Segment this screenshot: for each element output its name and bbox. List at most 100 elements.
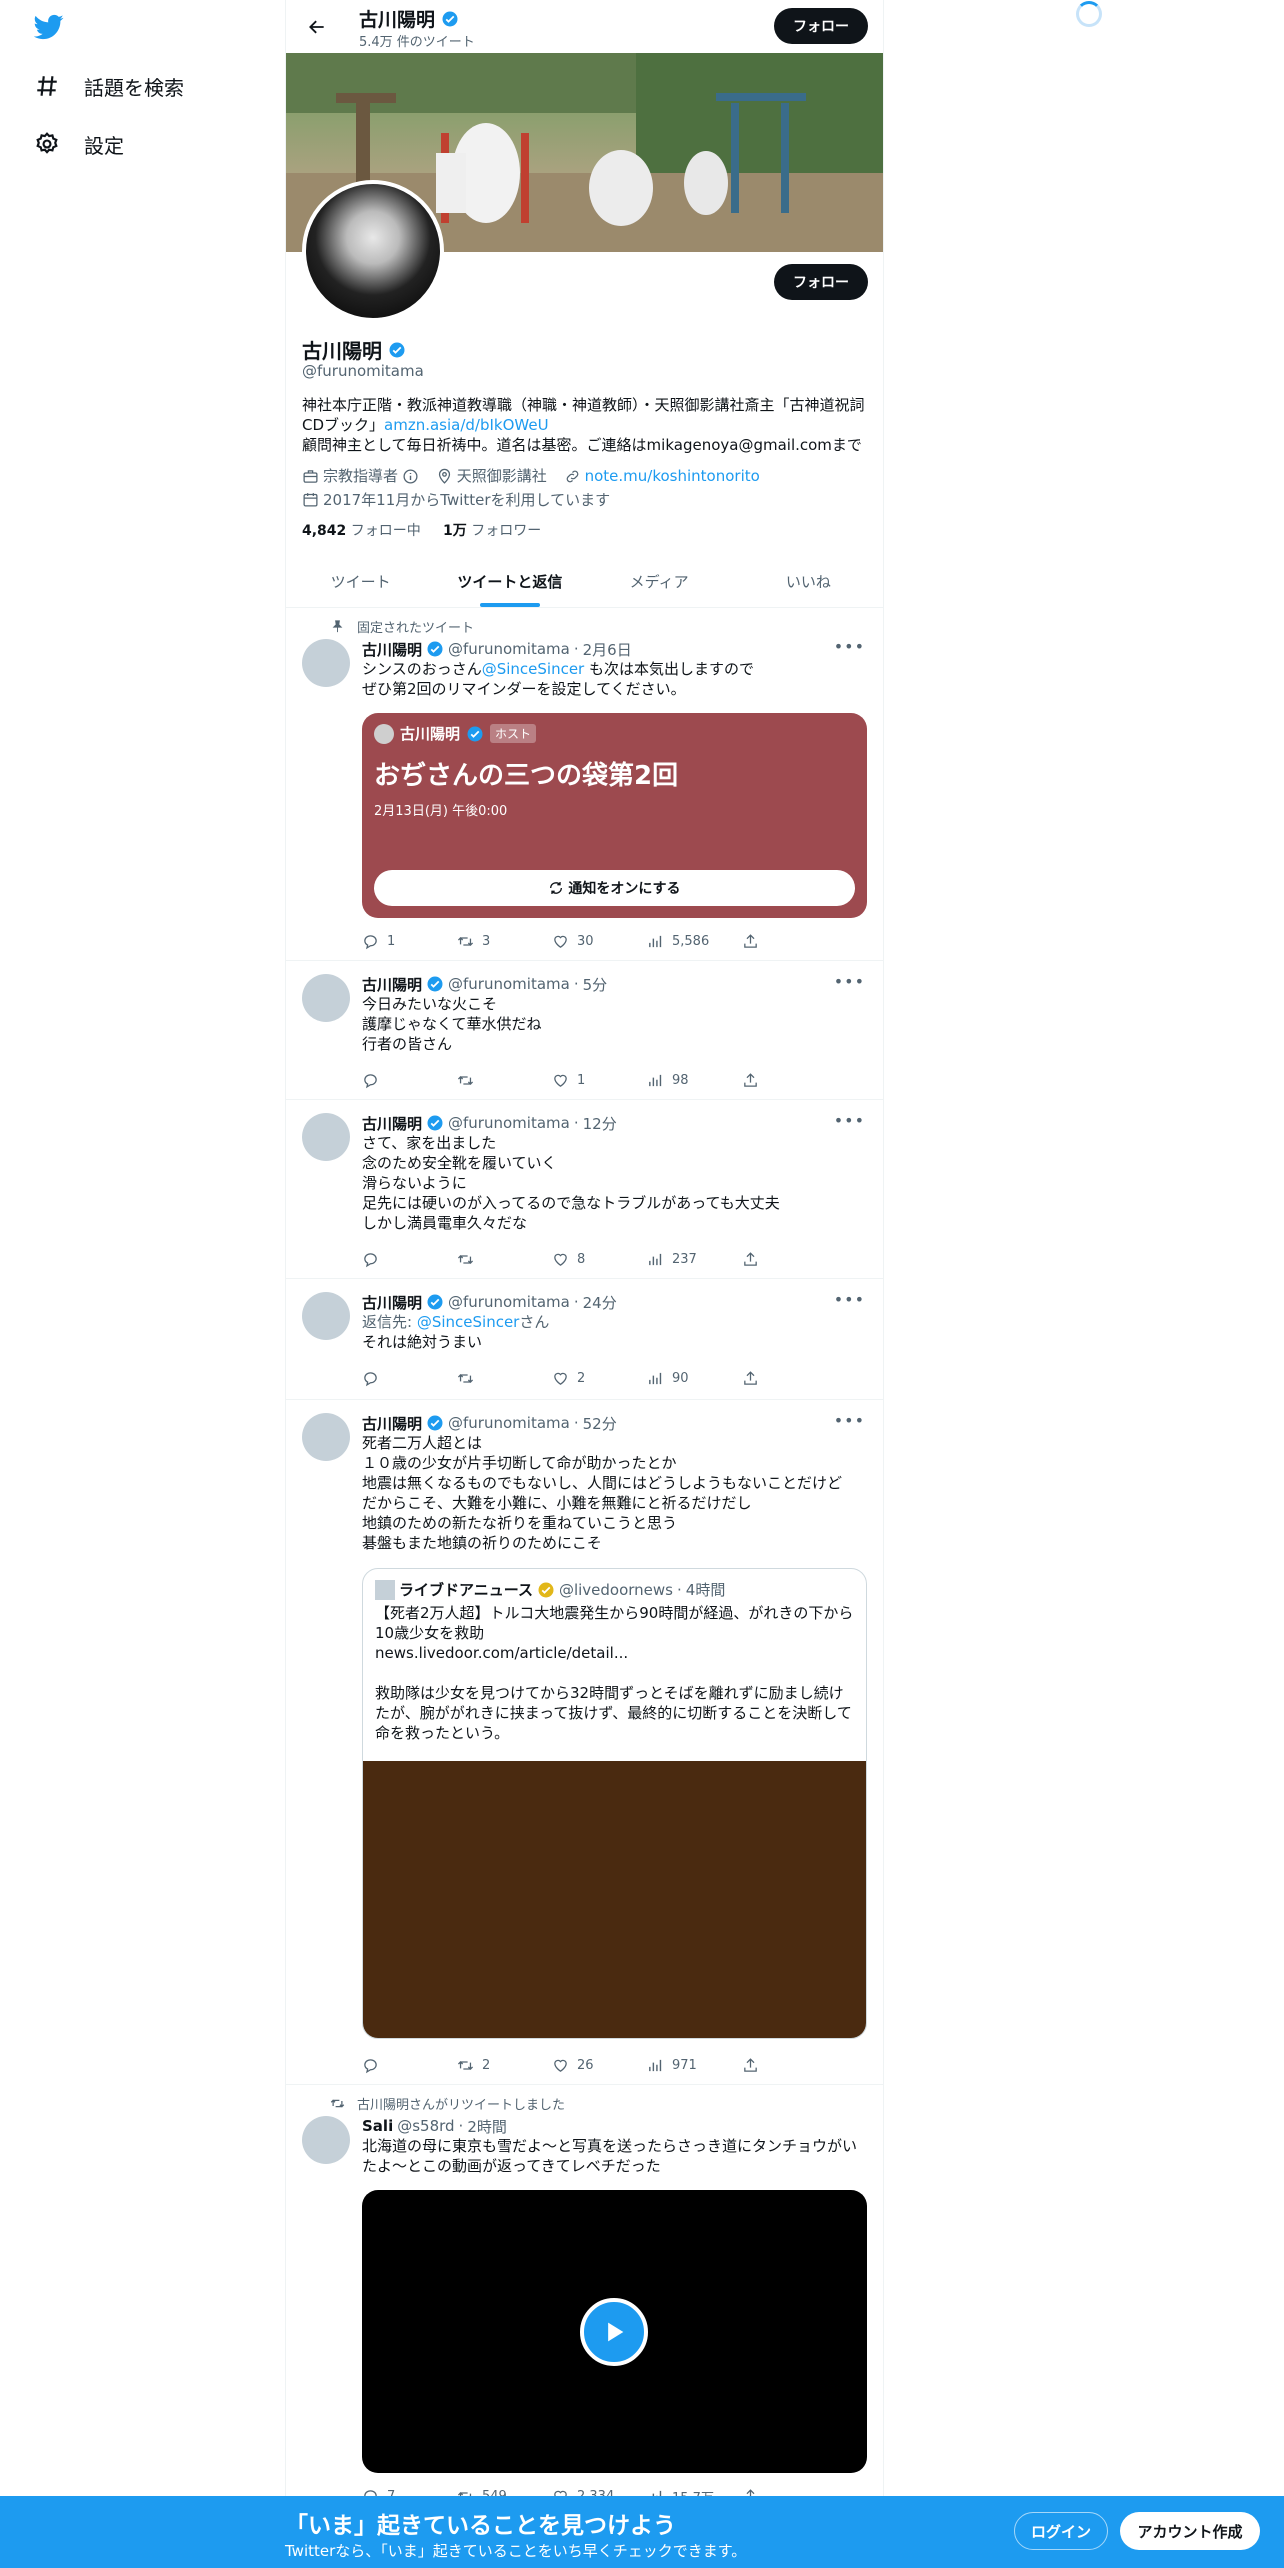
retweet-label-text[interactable]: 古川陽明さんがリツイートしました	[357, 2094, 565, 2113]
back-button[interactable]	[302, 12, 332, 42]
followers-link[interactable]: 1万 フォロワー	[443, 523, 541, 539]
tweet-item[interactable]: ••• 古川陽明 @furunomitama · 52分 死者二万人超とは １０…	[286, 1401, 883, 2085]
avatar[interactable]	[302, 1113, 350, 1161]
tab-media[interactable]: メディア	[585, 555, 734, 607]
tweet-item[interactable]: ••• 古川陽明 @furunomitama · 12分 さて、家を出ました 念…	[286, 1101, 883, 1279]
like-button[interactable]: 8	[552, 1249, 647, 1269]
reply-to-link[interactable]: @SinceSincer	[417, 1313, 520, 1331]
author-name[interactable]: 古川陽明	[362, 1413, 422, 1434]
profile-follow-counts: 4,842 フォロー中 1万 フォロワー	[302, 520, 541, 540]
play-button[interactable]	[580, 2298, 648, 2366]
reply-button[interactable]	[362, 1368, 457, 1388]
views-button[interactable]: 5,586	[647, 931, 742, 951]
retweet-button[interactable]	[457, 1070, 552, 1090]
nav-settings[interactable]: 設定	[34, 124, 124, 164]
info-icon[interactable]	[402, 468, 419, 485]
reply-icon	[364, 934, 377, 949]
tab-tweets[interactable]: ツイート	[286, 555, 435, 607]
profile-website-link[interactable]: note.mu/koshintonorito	[585, 466, 760, 486]
tweet-time[interactable]: 52分	[583, 1413, 617, 1434]
header-follow-button[interactable]: フォロー	[774, 8, 868, 44]
views-button[interactable]: 237	[647, 1249, 742, 1269]
tweet-item[interactable]: 固定されたツイート ••• 古川陽明 @furunomitama · 2月6日 …	[286, 609, 883, 961]
video-player[interactable]	[362, 2190, 867, 2473]
tab-likes[interactable]: いいね	[734, 555, 883, 607]
like-count: 1	[577, 1072, 586, 1088]
profile-name: 古川陽明	[302, 335, 406, 364]
space-card[interactable]: 古川陽明 ホスト おぢさんの三つの袋第2回 2月13日(月) 午後0:00 通知…	[362, 713, 867, 918]
author-handle[interactable]: @furunomitama	[448, 1114, 570, 1132]
tweet-time[interactable]: 12分	[583, 1113, 617, 1134]
share-button[interactable]	[742, 1249, 759, 1269]
avatar[interactable]	[302, 1413, 350, 1461]
reply-button[interactable]: 1	[362, 931, 457, 951]
views-button[interactable]: 971	[647, 2055, 742, 2075]
retweet-button[interactable]	[457, 1368, 552, 1388]
profile-website[interactable]: note.mu/koshintonorito	[564, 466, 760, 486]
reply-button[interactable]	[362, 1070, 457, 1090]
reply-button[interactable]	[362, 2055, 457, 2075]
author-name[interactable]: 古川陽明	[362, 1113, 422, 1134]
share-button[interactable]	[742, 1368, 759, 1388]
profile-name-text: 古川陽明	[302, 339, 382, 363]
quote-tweet[interactable]: ライブドアニュース @livedoornews · 4時間 【死者2万人超】トル…	[362, 1568, 867, 2039]
author-handle[interactable]: @s58rd	[397, 2117, 454, 2135]
quote-author-handle: @livedoornews	[558, 1580, 673, 1599]
author-name[interactable]: 古川陽明	[362, 974, 422, 995]
nav-explore[interactable]: 話題を検索	[34, 66, 184, 106]
avatar[interactable]	[302, 2116, 350, 2164]
profile-follow-button[interactable]: フォロー	[774, 264, 868, 300]
like-button[interactable]: 2	[552, 1368, 647, 1388]
tab-tweets-and-replies[interactable]: ツイートと返信	[435, 555, 584, 607]
avatar[interactable]	[302, 1292, 350, 1340]
retweet-button[interactable]: 2	[457, 2055, 552, 2075]
profile-column: 古川陽明 5.4万 件のツイート フォロー フォロー 古川陽明 @furunom…	[285, 0, 884, 2568]
reply-icon	[364, 1371, 377, 1386]
quote-image[interactable]	[363, 1761, 866, 2038]
like-count: 8	[577, 1251, 586, 1267]
avatar[interactable]	[302, 639, 350, 687]
views-chart-icon	[649, 2059, 662, 2071]
profile-avatar[interactable]	[302, 180, 444, 322]
author-handle[interactable]: @furunomitama	[448, 640, 570, 658]
avatar[interactable]	[302, 974, 350, 1022]
reply-button[interactable]	[362, 1249, 457, 1269]
author-name[interactable]: 古川陽明	[362, 1292, 422, 1313]
like-button[interactable]: 30	[552, 931, 647, 951]
author-handle[interactable]: @furunomitama	[448, 1293, 570, 1311]
author-handle[interactable]: @furunomitama	[448, 975, 570, 993]
like-button[interactable]: 26	[552, 2055, 647, 2075]
mention-link[interactable]: @SinceSincer	[482, 660, 585, 678]
share-button[interactable]	[742, 1070, 759, 1090]
author-handle[interactable]: @furunomitama	[448, 1414, 570, 1432]
views-button[interactable]: 90	[647, 1368, 742, 1388]
bio-link[interactable]: amzn.asia/d/bIkOWeU	[384, 416, 549, 434]
views-button[interactable]: 98	[647, 1070, 742, 1090]
share-button[interactable]	[742, 2055, 759, 2075]
space-reminder-button[interactable]: 通知をオンにする	[374, 870, 855, 906]
heart-icon	[554, 935, 567, 948]
profile-handle: @furunomitama	[302, 362, 424, 380]
like-button[interactable]: 1	[552, 1070, 647, 1090]
tweet-time[interactable]: 2時間	[467, 2116, 507, 2137]
tweet-actions: 1 98	[362, 1070, 782, 1090]
author-name[interactable]: 古川陽明	[362, 639, 422, 660]
retweet-icon	[457, 1373, 474, 1383]
quote-text: 【死者2万人超】トルコ大地震発生から90時間が経過、がれきの下から10歳少女を救…	[375, 1604, 854, 1742]
profile-category-text: 宗教指導者	[323, 467, 399, 485]
tweet-time[interactable]: 5分	[583, 974, 608, 995]
retweet-button[interactable]: 3	[457, 931, 552, 951]
tweet-time[interactable]: 24分	[583, 1292, 617, 1313]
tweet-item[interactable]: ••• 古川陽明 @furunomitama · 5分 今日みたいな火こそ 護摩…	[286, 962, 883, 1100]
following-link[interactable]: 4,842 フォロー中	[302, 523, 421, 539]
signup-button[interactable]: アカウント作成	[1120, 2512, 1260, 2550]
tweet-item[interactable]: ••• 古川陽明 @furunomitama · 24分 返信先: @Since…	[286, 1280, 883, 1400]
author-name[interactable]: Sali	[362, 2117, 393, 2135]
views-chart-icon	[649, 1074, 662, 1086]
retweet-button[interactable]	[457, 1249, 552, 1269]
tweet-item[interactable]: 古川陽明さんがリツイートしました Sali @s58rd · 2時間 北海道の母…	[286, 2086, 883, 2506]
login-button[interactable]: ログイン	[1014, 2512, 1108, 2550]
tweet-time[interactable]: 2月6日	[583, 639, 632, 660]
share-button[interactable]	[742, 931, 759, 951]
twitter-logo-icon[interactable]	[34, 12, 64, 42]
